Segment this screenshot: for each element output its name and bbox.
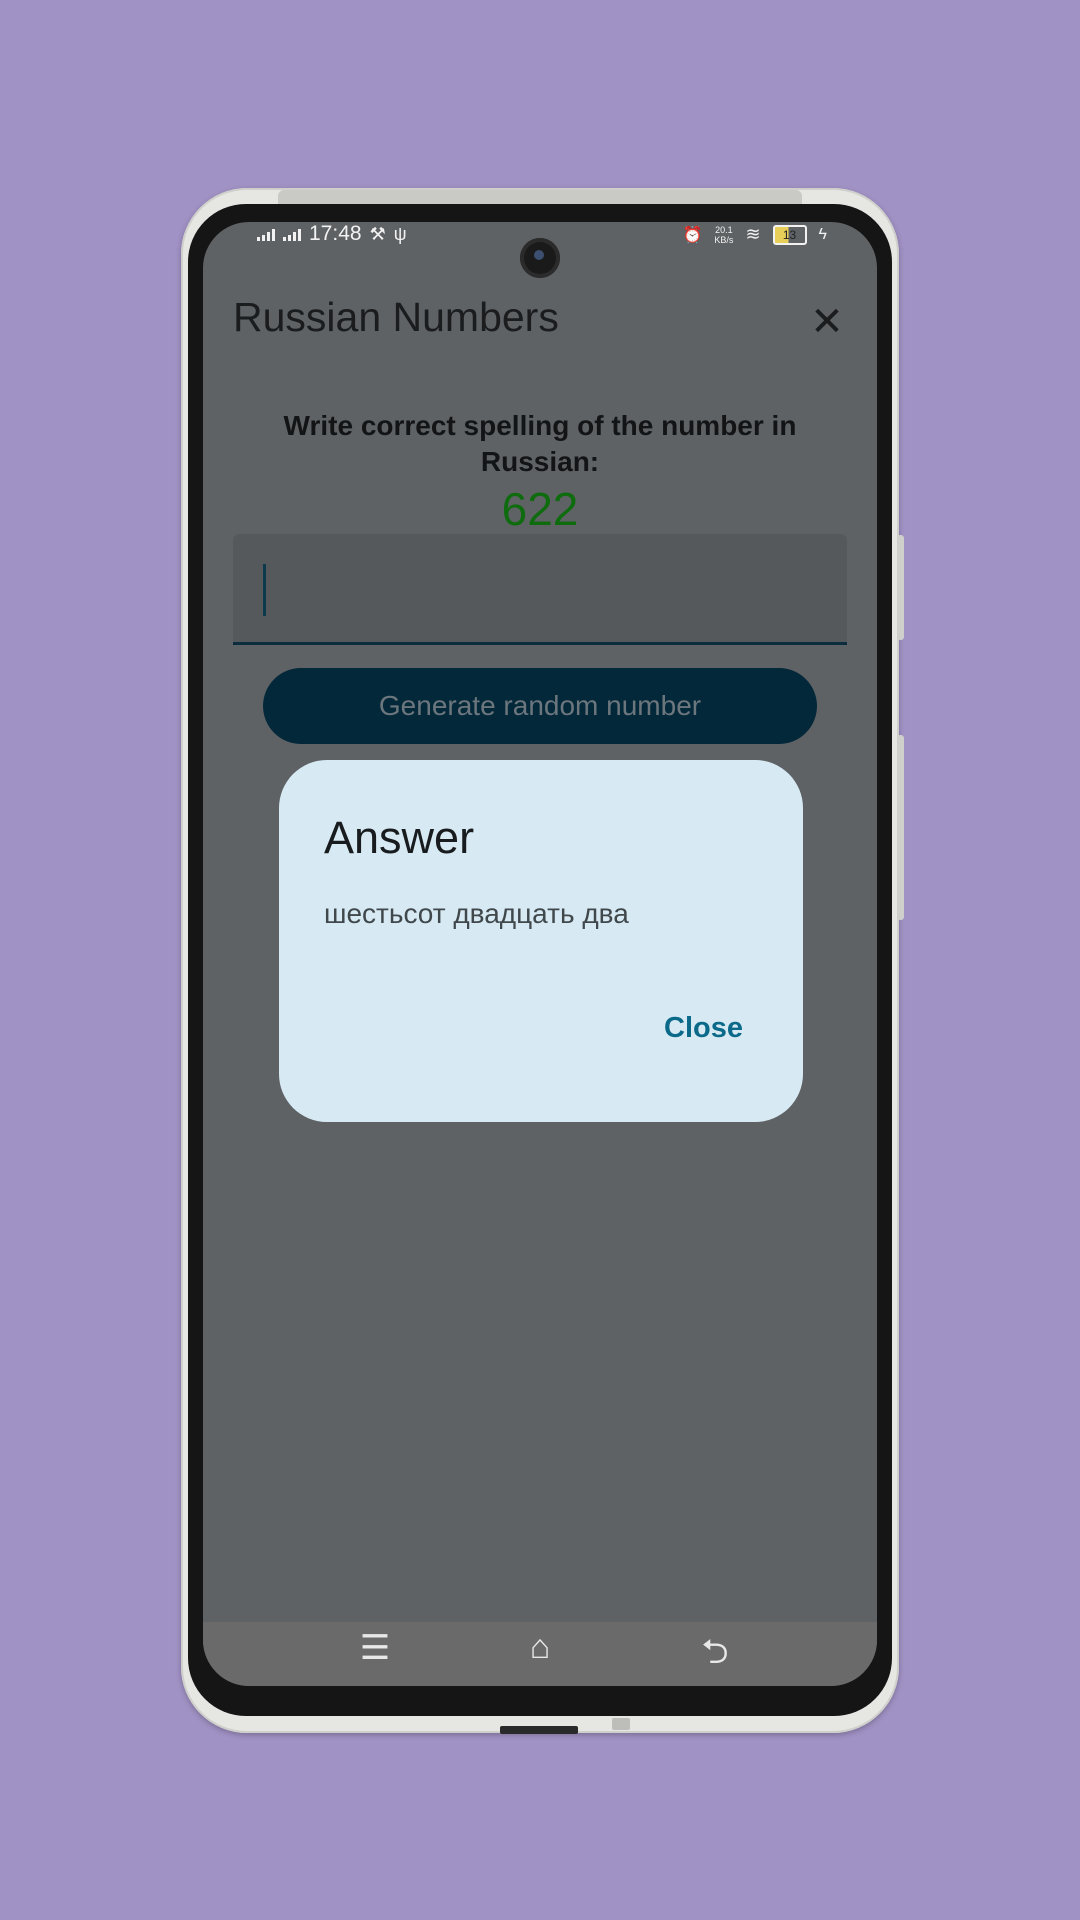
charging-icon: ϟ: [818, 225, 827, 243]
close-icon[interactable]: ✕: [807, 302, 847, 342]
volume-button: [897, 535, 904, 640]
question-prompt: Write correct spelling of the number in …: [283, 410, 797, 477]
generate-random-number-button[interactable]: Generate random number: [263, 668, 817, 744]
system-nav-bar: ☰ ⌂ ⮌: [203, 1622, 877, 1686]
dialog-title: Answer: [324, 812, 475, 863]
phone-screen: 17:48 ⚒ ψ ⏰ 20.1 KB/s ≋ 13 ϟ Russian Num…: [203, 222, 877, 1686]
app-title: Russian Numbers: [233, 294, 559, 340]
usb-icon: ψ: [393, 223, 407, 244]
tools-icon: ⚒: [369, 223, 386, 244]
battery-icon: 13: [772, 224, 807, 245]
signal-icon-2: [283, 227, 301, 241]
status-time: 17:48: [309, 222, 362, 245]
front-camera: [520, 238, 560, 278]
net-speed: 20.1 KB/s: [714, 225, 733, 245]
menu-icon[interactable]: ☰: [345, 1628, 405, 1668]
alarm-icon: ⏰: [682, 226, 703, 244]
phone-bottom-port: [500, 1726, 578, 1734]
back-icon[interactable]: ⮌: [685, 1628, 745, 1685]
home-icon[interactable]: ⌂: [510, 1628, 570, 1667]
net-speed-value: 20.1: [715, 224, 733, 235]
status-left: 17:48 ⚒ ψ: [257, 222, 407, 246]
signal-icon: [257, 227, 275, 241]
status-right: ⏰ 20.1 KB/s ≋ 13 ϟ: [682, 224, 827, 245]
target-number: 622: [501, 483, 579, 535]
net-speed-unit: KB/s: [714, 234, 734, 245]
wifi-icon: ≋: [745, 224, 761, 244]
dialog-close-button[interactable]: Close: [664, 1012, 743, 1045]
phone-bottom-detail: [612, 1718, 630, 1730]
text-caret: [263, 564, 266, 616]
dialog-answer-text: шестьсот двадцать два: [324, 898, 629, 929]
answer-input[interactable]: [233, 534, 847, 645]
answer-dialog: Answer шестьсот двадцать два Close: [279, 760, 803, 1122]
power-button: [897, 735, 904, 920]
